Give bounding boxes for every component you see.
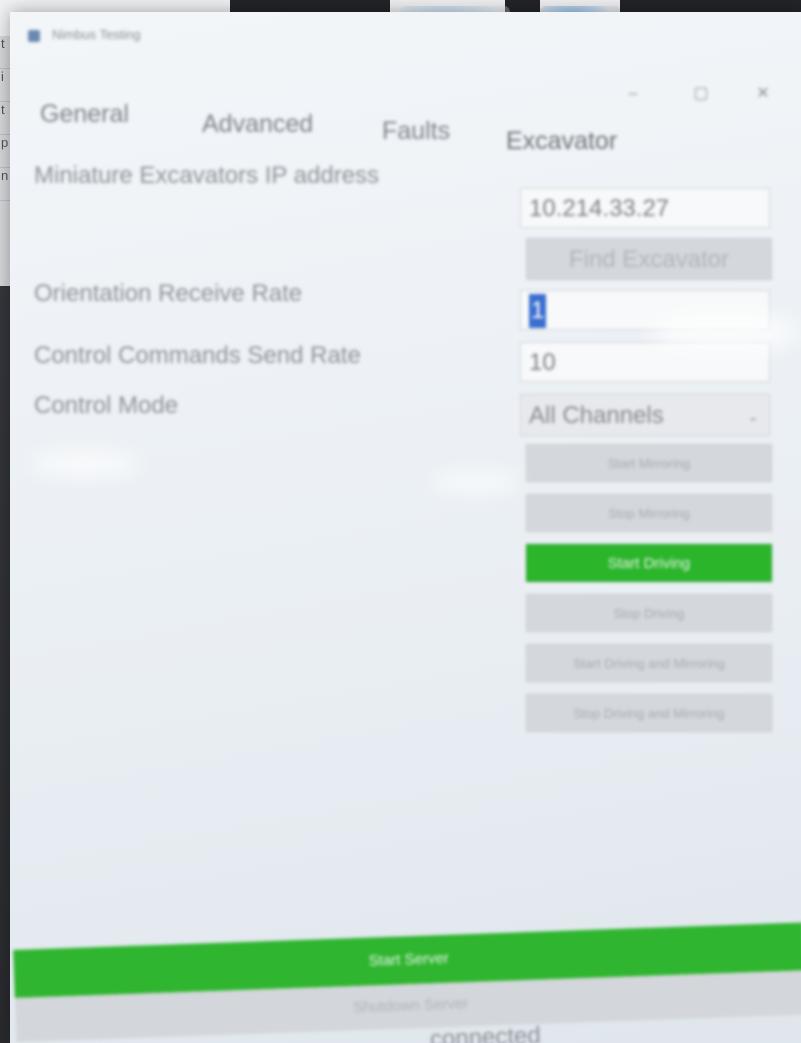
stop-driving-button[interactable]: Stop Driving xyxy=(526,594,772,632)
title-bar[interactable]: Nimbus Testing xyxy=(10,12,801,72)
tab-general[interactable]: General xyxy=(40,100,129,129)
start-mirroring-button[interactable]: Start Mirroring xyxy=(526,444,772,482)
tab-faults[interactable]: Faults xyxy=(382,117,450,146)
tab-excavator[interactable]: Excavator xyxy=(506,127,617,156)
control-mode-value: All Channels xyxy=(529,402,664,429)
start-driving-mirroring-button[interactable]: Start Driving and Mirroring xyxy=(526,644,772,682)
window-title: Nimbus Testing xyxy=(52,27,141,42)
ip-address-input[interactable]: 10.214.33.27 xyxy=(520,188,770,228)
control-mode-label: Control Mode xyxy=(34,392,179,419)
find-excavator-button[interactable]: Find Excavator xyxy=(526,238,772,280)
close-icon[interactable]: ✕ xyxy=(748,82,778,106)
control-mode-select[interactable]: All Channels ⌄ xyxy=(520,394,770,436)
orientation-rate-label: Orientation Receive Rate xyxy=(34,280,303,307)
tab-advanced[interactable]: Advanced xyxy=(202,110,313,139)
screen-glare xyxy=(30,452,140,476)
stop-mirroring-button[interactable]: Stop Mirroring xyxy=(526,494,772,532)
app-window: Nimbus Testing – ▢ ✕ General Advanced Fa… xyxy=(10,12,801,1043)
start-driving-button[interactable]: Start Driving xyxy=(526,544,772,582)
app-icon xyxy=(28,30,40,42)
photo-scene: titpn Nimbus Testing – ▢ ✕ General Advan… xyxy=(0,0,801,1043)
screen-glare xyxy=(650,312,800,352)
screen-glare xyxy=(430,472,520,492)
ip-address-label: Miniature Excavators IP address xyxy=(34,162,380,189)
connection-status: connected xyxy=(429,1022,542,1043)
chevron-down-icon: ⌄ xyxy=(747,408,759,424)
minimize-icon[interactable]: – xyxy=(618,82,648,106)
commands-rate-label: Control Commands Send Rate xyxy=(34,342,361,369)
orientation-rate-value: 1 xyxy=(529,294,547,328)
maximize-icon[interactable]: ▢ xyxy=(686,82,716,106)
stop-driving-mirroring-button[interactable]: Stop Driving and Mirroring xyxy=(526,694,772,732)
